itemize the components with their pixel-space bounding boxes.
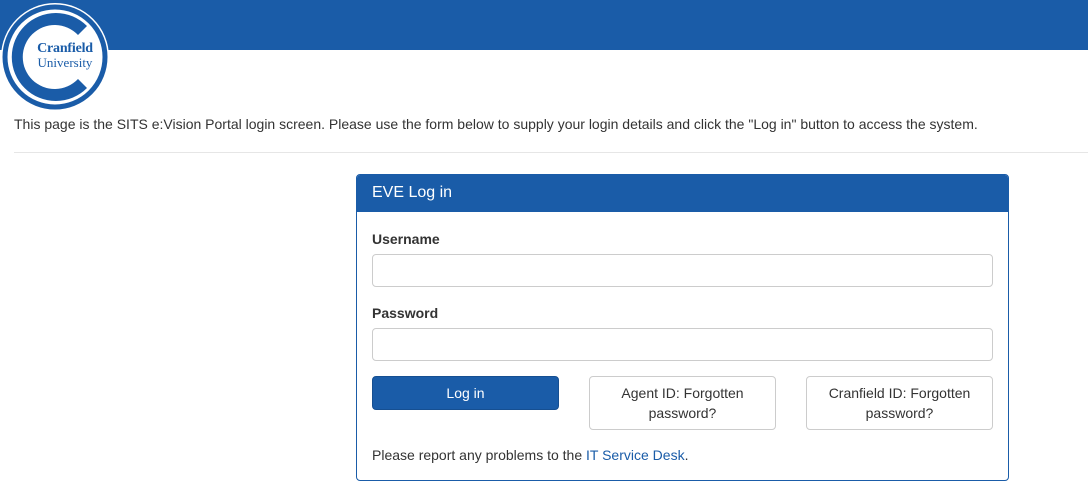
divider [14, 152, 1088, 153]
report-prefix: Please report any problems to the [372, 447, 587, 463]
header-bar [0, 0, 1088, 50]
login-panel: EVE Log in Username Password Log in Agen… [356, 174, 1009, 481]
logo-line-1: Cranfield [37, 41, 93, 56]
report-suffix: . [684, 447, 689, 463]
cranfield-logo[interactable]: Cranfield University [0, 2, 112, 112]
intro-text: This page is the SITS e:Vision Portal lo… [14, 116, 978, 132]
login-button[interactable]: Log in [372, 376, 559, 410]
it-service-desk-link[interactable]: IT Service Desk [586, 447, 685, 463]
panel-title: EVE Log in [357, 175, 1008, 212]
report-problems-text: Please report any problems to the IT Ser… [372, 447, 688, 463]
logo-line-2: University [37, 55, 93, 70]
logo-wordmark: Cranfield University [30, 42, 100, 70]
password-input[interactable] [372, 328, 993, 361]
username-label: Username [372, 231, 440, 247]
cranfield-forgot-password-button[interactable]: Cranfield ID: Forgotten password? [806, 376, 993, 430]
agent-forgot-password-button[interactable]: Agent ID: Forgotten password? [589, 376, 776, 430]
username-input[interactable] [372, 254, 993, 287]
password-label: Password [372, 305, 439, 321]
